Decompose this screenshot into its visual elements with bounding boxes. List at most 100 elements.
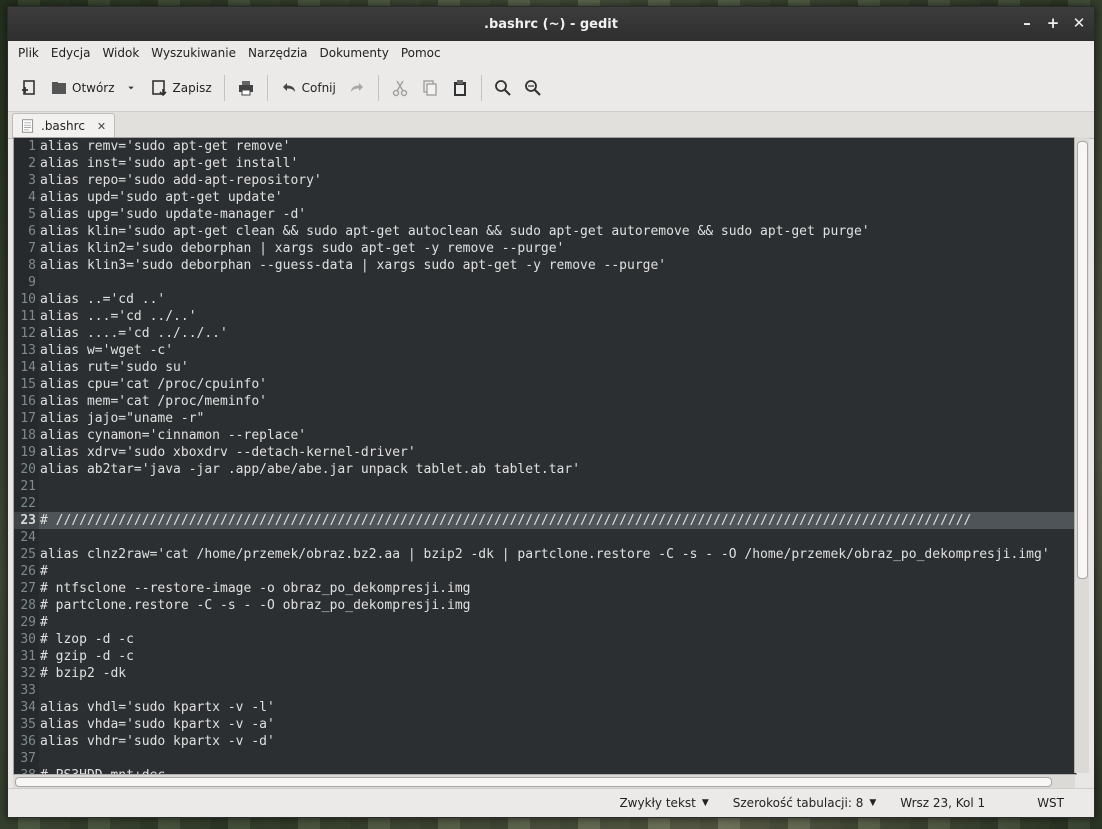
code-line[interactable]: 18 alias cynamon='cinnamon --replace' — [14, 427, 1076, 444]
code-line[interactable]: 16 alias mem='cat /proc/meminfo' — [14, 393, 1076, 410]
vertical-scrollbar[interactable] — [1074, 137, 1089, 773]
search-replace-button[interactable] — [518, 75, 548, 101]
horizontal-scrollbar[interactable] — [13, 774, 1075, 789]
line-number: 11 — [14, 308, 39, 325]
code-line[interactable]: 19 alias xdrv='sudo xboxdrv --detach-kern… — [14, 444, 1076, 461]
title-bar[interactable]: .bashrc (~) - gedit – + ✕ — [8, 7, 1094, 41]
line-number: 21 — [14, 478, 39, 495]
line-number: 28 — [14, 597, 39, 614]
chevron-down-icon: ▼ — [701, 798, 709, 808]
menu-plik[interactable]: Plik — [12, 46, 45, 60]
line-text: alias mem='cat /proc/meminfo' — [40, 394, 267, 409]
code-line[interactable]: 36 alias vhdr='sudo kpartx -v -d' — [14, 733, 1076, 750]
code-line[interactable]: 15 alias cpu='cat /proc/cpuinfo' — [14, 376, 1076, 393]
line-number: 17 — [14, 410, 39, 427]
cut-button[interactable] — [385, 75, 415, 101]
code-line[interactable]: 25 alias clnz2raw='cat /home/przemek/obra… — [14, 546, 1076, 563]
code-line[interactable]: 26 # — [14, 563, 1076, 580]
code-line[interactable]: 32 # bzip2 -dk — [14, 665, 1076, 682]
code-line[interactable]: 1 alias remv='sudo apt-get remove' — [14, 138, 1076, 155]
code-line[interactable]: 2 alias inst='sudo apt-get install' — [14, 155, 1076, 172]
horizontal-scroll-thumb[interactable] — [15, 777, 1052, 787]
line-number: 4 — [14, 189, 39, 206]
code-line[interactable]: 21 — [14, 478, 1076, 495]
menu-edycja[interactable]: Edycja — [45, 46, 97, 60]
code-line[interactable]: 29 # — [14, 614, 1076, 631]
line-number: 23 — [14, 512, 39, 529]
clipboard-icon — [453, 80, 466, 96]
line-text — [39, 495, 40, 512]
line-text — [39, 274, 40, 291]
line-text: alias vhdr='sudo kpartx -v -d' — [40, 734, 275, 749]
code-line[interactable]: 35 alias vhda='sudo kpartx -v -a' — [14, 716, 1076, 733]
menu-dokumenty[interactable]: Dokumenty — [314, 46, 395, 60]
save-button[interactable]: Zapisz — [145, 75, 218, 101]
search-button[interactable] — [488, 75, 518, 101]
code-line[interactable]: 14 alias rut='sudo su' — [14, 359, 1076, 376]
menu-narzedzia[interactable]: Narzędzia — [242, 46, 314, 60]
code-line[interactable]: 27 # ntfsclone --restore-image -o obraz_p… — [14, 580, 1076, 597]
code-line[interactable]: 22 — [14, 495, 1076, 512]
code-line[interactable]: 30 # lzop -d -c — [14, 631, 1076, 648]
minimize-button[interactable]: – — [1020, 15, 1034, 31]
line-text: alias klin='sudo apt-get clean && sudo a… — [40, 224, 870, 239]
gedit-window: .bashrc (~) - gedit – + ✕ Plik Edycja Wi… — [7, 6, 1095, 818]
line-text: # gzip -d -c — [40, 649, 134, 664]
code-line[interactable]: 20 alias ab2tar='java -jar .app/abe/abe.j… — [14, 461, 1076, 478]
redo-button[interactable] — [342, 75, 372, 101]
line-text — [39, 529, 40, 546]
code-line[interactable]: 37 — [14, 750, 1076, 767]
code-line[interactable]: 7 alias klin2='sudo deborphan | xargs sud… — [14, 240, 1076, 257]
code-line[interactable]: 8 alias klin3='sudo deborphan --guess-dat… — [14, 257, 1076, 274]
menu-widok[interactable]: Widok — [96, 46, 145, 60]
line-number: 2 — [14, 155, 39, 172]
undo-button[interactable]: Cofnij — [274, 75, 342, 101]
line-number: 10 — [14, 291, 39, 308]
open-button[interactable]: Otwórz — [44, 75, 121, 101]
code-line[interactable]: 34 alias vhdl='sudo kpartx -v -l' — [14, 699, 1076, 716]
language-selector[interactable]: Zwykły tekst ▼ — [607, 796, 720, 810]
vertical-scroll-thumb[interactable] — [1077, 141, 1088, 579]
menu-bar: Plik Edycja Widok Wyszukiwanie Narzędzia… — [8, 41, 1094, 65]
paste-button[interactable] — [445, 75, 475, 101]
code-line[interactable]: 4 alias upd='sudo apt-get update' — [14, 189, 1076, 206]
tab-close-icon[interactable]: ✕ — [97, 120, 106, 133]
code-line[interactable]: 23 # ////////////////////////////////////… — [14, 512, 1076, 529]
maximize-button[interactable]: + — [1046, 15, 1060, 31]
menu-pomoc[interactable]: Pomoc — [395, 46, 447, 60]
code-line[interactable]: 28 # partclone.restore -C -s - -O obraz_p… — [14, 597, 1076, 614]
code-line[interactable]: 12 alias ....='cd ../../..' — [14, 325, 1076, 342]
line-text: alias upd='sudo apt-get update' — [40, 190, 283, 205]
line-text: # — [40, 564, 48, 579]
tab-label: .bashrc — [41, 119, 85, 133]
line-text — [39, 682, 40, 699]
line-number: 27 — [14, 580, 39, 597]
code-line[interactable]: 24 — [14, 529, 1076, 546]
tab-bashrc[interactable]: .bashrc ✕ — [12, 113, 116, 138]
print-button[interactable] — [231, 75, 261, 101]
code-line[interactable]: 31 # gzip -d -c — [14, 648, 1076, 665]
toolbar: Otwórz Zapisz Cofnij — [8, 65, 1094, 112]
code-line[interactable]: 5 alias upg='sudo update-manager -d' — [14, 206, 1076, 223]
text-editor-area[interactable]: 1 alias remv='sudo apt-get remove' 2 alias … — [13, 137, 1077, 775]
new-document-button[interactable] — [14, 75, 44, 101]
code-line[interactable]: 17 alias jajo="uname -r" — [14, 410, 1076, 427]
code-line[interactable]: 9 — [14, 274, 1076, 291]
toolbar-separator — [377, 75, 379, 101]
code-line[interactable]: 3 alias repo='sudo add-apt-repository' — [14, 172, 1076, 189]
copy-button[interactable] — [415, 75, 445, 101]
line-text: # — [40, 615, 48, 630]
open-recent-dropdown[interactable] — [121, 75, 145, 101]
code-line[interactable]: 10 alias ..='cd ..' — [14, 291, 1076, 308]
code-line[interactable]: 13 alias w='wget -c' — [14, 342, 1076, 359]
menu-wyszukiwanie[interactable]: Wyszukiwanie — [145, 46, 242, 60]
code-line[interactable]: 33 — [14, 682, 1076, 699]
close-button[interactable]: ✕ — [1072, 15, 1086, 31]
line-number: 18 — [14, 427, 39, 444]
status-bar: Zwykły tekst ▼ Szerokość tabulacji: 8 ▼ … — [8, 788, 1094, 817]
tab-width-selector[interactable]: Szerokość tabulacji: 8 ▼ — [721, 796, 889, 810]
undo-label: Cofnij — [301, 81, 336, 95]
code-line[interactable]: 6 alias klin='sudo apt-get clean && sudo … — [14, 223, 1076, 240]
document-tab-bar: .bashrc ✕ — [8, 112, 1094, 139]
code-line[interactable]: 11 alias ...='cd ../..' — [14, 308, 1076, 325]
